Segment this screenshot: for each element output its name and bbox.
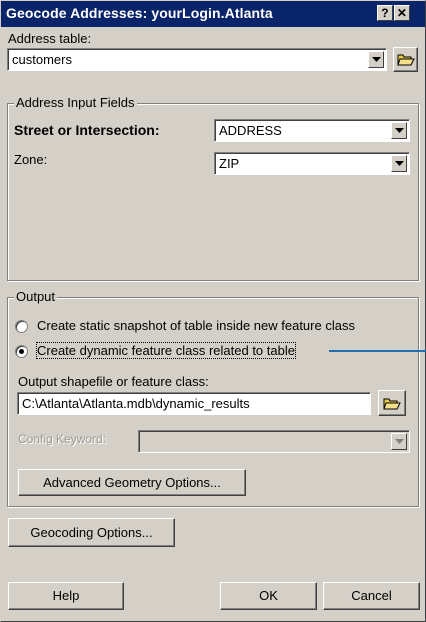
dropdown-arrow-icon[interactable] bbox=[368, 51, 384, 68]
radio-static-snapshot[interactable] bbox=[15, 320, 28, 333]
close-icon[interactable]: ✕ bbox=[394, 5, 410, 21]
window-title: Geocode Addresses: yourLogin.Atlanta bbox=[6, 5, 273, 21]
street-field-select[interactable]: ADDRESS bbox=[214, 119, 410, 142]
output-browse-button[interactable] bbox=[378, 390, 406, 416]
ok-button[interactable]: OK bbox=[220, 582, 317, 610]
street-field-value: ADDRESS bbox=[219, 123, 282, 138]
street-label: Street or Intersection: bbox=[14, 122, 160, 138]
open-folder-icon bbox=[383, 398, 401, 410]
address-input-group-label: Address Input Fields bbox=[14, 95, 137, 110]
config-keyword-select bbox=[138, 430, 410, 453]
dropdown-arrow-icon[interactable] bbox=[391, 122, 407, 139]
dropdown-arrow-icon[interactable] bbox=[391, 155, 407, 172]
zone-field-select[interactable]: ZIP bbox=[214, 152, 410, 175]
title-bar[interactable]: Geocode Addresses: yourLogin.Atlanta ? ✕ bbox=[1, 1, 425, 27]
radio-static-snapshot-label[interactable]: Create static snapshot of table inside n… bbox=[37, 318, 355, 333]
address-table-value: customers bbox=[12, 52, 72, 67]
radio-selected-dot bbox=[19, 349, 24, 354]
dropdown-arrow-icon bbox=[391, 433, 407, 450]
output-label: Output shapefile or feature class: bbox=[18, 374, 209, 389]
help-button[interactable]: Help bbox=[8, 582, 124, 610]
advanced-geometry-options-button[interactable]: Advanced Geometry Options... bbox=[18, 469, 246, 496]
address-table-label: Address table: bbox=[8, 31, 92, 46]
output-path-input[interactable]: C:\Atlanta\Atlanta.mdb\dynamic_results bbox=[17, 392, 371, 415]
address-table-browse-button[interactable] bbox=[393, 47, 418, 72]
open-folder-icon bbox=[397, 54, 415, 66]
help-icon[interactable]: ? bbox=[377, 5, 393, 21]
geocoding-options-button[interactable]: Geocoding Options... bbox=[8, 518, 175, 547]
output-group-label: Output bbox=[14, 289, 58, 304]
radio-dynamic-feature-class-label[interactable]: Create dynamic feature class related to … bbox=[36, 342, 296, 359]
radio-dynamic-feature-class[interactable] bbox=[15, 345, 28, 358]
address-table-select[interactable]: customers bbox=[7, 48, 387, 71]
cancel-button[interactable]: Cancel bbox=[323, 582, 420, 610]
config-keyword-label: Config Keyword: bbox=[18, 432, 107, 446]
zone-label: Zone: bbox=[14, 152, 48, 167]
zone-field-value: ZIP bbox=[219, 156, 240, 171]
geocode-dialog: Geocode Addresses: yourLogin.Atlanta ? ✕… bbox=[0, 0, 426, 622]
